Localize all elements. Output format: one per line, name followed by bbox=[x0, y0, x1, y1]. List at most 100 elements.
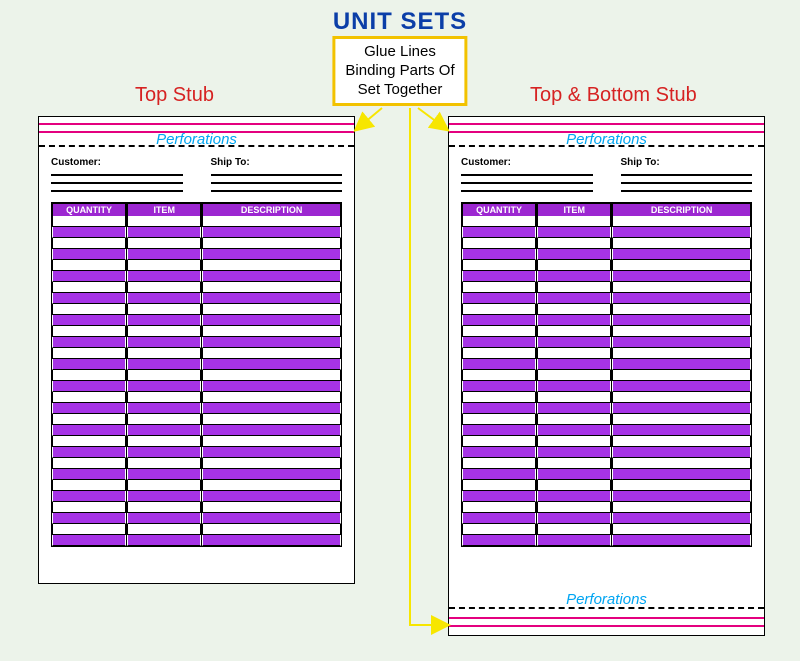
table-cell bbox=[537, 359, 611, 370]
table-cell bbox=[612, 491, 751, 502]
blank-line bbox=[211, 174, 343, 176]
table-cell bbox=[537, 436, 611, 447]
table-cell bbox=[612, 524, 751, 535]
table-header: ITEM bbox=[127, 203, 201, 216]
table-cell bbox=[612, 403, 751, 414]
stub-bottom: Perforations bbox=[449, 595, 764, 635]
table-cell bbox=[127, 249, 201, 260]
address-row: Customer:Ship To: bbox=[51, 157, 342, 192]
table-cell bbox=[127, 304, 201, 315]
table-cell bbox=[202, 524, 341, 535]
table-cell bbox=[202, 216, 341, 227]
table-cell bbox=[462, 436, 536, 447]
callout-line: Glue Lines bbox=[345, 43, 454, 62]
table-cell bbox=[52, 513, 126, 524]
table-cell bbox=[537, 282, 611, 293]
table-cell bbox=[202, 249, 341, 260]
table-cell bbox=[202, 414, 341, 425]
table-cell bbox=[202, 359, 341, 370]
table-cell bbox=[52, 403, 126, 414]
table-cell bbox=[202, 326, 341, 337]
glue-line bbox=[39, 123, 354, 125]
table-cell bbox=[52, 480, 126, 491]
table-cell bbox=[52, 238, 126, 249]
table-cell bbox=[612, 370, 751, 381]
table-cell bbox=[462, 403, 536, 414]
table-cell bbox=[462, 535, 536, 546]
table-cell bbox=[202, 381, 341, 392]
table-cell bbox=[127, 326, 201, 337]
table-cell bbox=[52, 227, 126, 238]
table-cell bbox=[52, 524, 126, 535]
table-cell bbox=[612, 502, 751, 513]
table-cell bbox=[612, 326, 751, 337]
table-cell bbox=[612, 282, 751, 293]
table-cell bbox=[52, 436, 126, 447]
table-cell bbox=[127, 348, 201, 359]
table-cell bbox=[52, 381, 126, 392]
table-cell bbox=[52, 425, 126, 436]
table-cell bbox=[462, 304, 536, 315]
table-cell bbox=[202, 260, 341, 271]
table-cell bbox=[52, 216, 126, 227]
table-cell bbox=[612, 249, 751, 260]
glue-line bbox=[449, 625, 764, 627]
table-cell bbox=[52, 348, 126, 359]
table-cell bbox=[537, 524, 611, 535]
table-cell bbox=[462, 293, 536, 304]
table-cell bbox=[202, 271, 341, 282]
table-cell bbox=[202, 535, 341, 546]
table-cell bbox=[537, 227, 611, 238]
table-cell bbox=[127, 381, 201, 392]
table-cell bbox=[537, 326, 611, 337]
table-cell bbox=[462, 238, 536, 249]
table-cell bbox=[462, 370, 536, 381]
table-cell bbox=[202, 458, 341, 469]
table-cell bbox=[612, 293, 751, 304]
table-cell bbox=[462, 502, 536, 513]
table-cell bbox=[612, 458, 751, 469]
table-cell bbox=[462, 315, 536, 326]
table-cell bbox=[537, 260, 611, 271]
column-description: DESCRIPTION bbox=[202, 203, 341, 546]
table-cell bbox=[537, 480, 611, 491]
table-cell bbox=[537, 293, 611, 304]
table-cell bbox=[127, 238, 201, 249]
table-cell bbox=[462, 249, 536, 260]
table-cell bbox=[537, 315, 611, 326]
table-cell bbox=[612, 513, 751, 524]
table-cell bbox=[612, 227, 751, 238]
table-cell bbox=[202, 348, 341, 359]
table-cell bbox=[52, 447, 126, 458]
table-cell bbox=[127, 282, 201, 293]
table-cell bbox=[462, 480, 536, 491]
table-cell bbox=[612, 337, 751, 348]
blank-line bbox=[461, 182, 593, 184]
table-cell bbox=[127, 403, 201, 414]
page-title: UNIT SETS bbox=[0, 8, 800, 36]
table-cell bbox=[462, 271, 536, 282]
table-cell bbox=[127, 227, 201, 238]
table-cell bbox=[537, 469, 611, 480]
table-cell bbox=[537, 216, 611, 227]
blank-line bbox=[461, 174, 593, 176]
form-top-bottom-stub: Perforations Customer:Ship To:QUANTITYIT… bbox=[448, 116, 765, 636]
table-cell bbox=[52, 370, 126, 381]
table-cell bbox=[127, 524, 201, 535]
table-cell bbox=[52, 304, 126, 315]
perforation-line bbox=[39, 145, 354, 147]
table-cell bbox=[612, 436, 751, 447]
table-cell bbox=[537, 491, 611, 502]
table-header: DESCRIPTION bbox=[202, 203, 341, 216]
table-cell bbox=[202, 491, 341, 502]
table-cell bbox=[612, 480, 751, 491]
table-cell bbox=[52, 315, 126, 326]
table-cell bbox=[462, 392, 536, 403]
ship-to-label: Ship To: bbox=[621, 157, 753, 168]
column-quantity: QUANTITY bbox=[462, 203, 537, 546]
table-cell bbox=[537, 502, 611, 513]
table-cell bbox=[462, 337, 536, 348]
table-cell bbox=[202, 392, 341, 403]
table-cell bbox=[52, 491, 126, 502]
shipto-block: Ship To: bbox=[211, 157, 343, 192]
